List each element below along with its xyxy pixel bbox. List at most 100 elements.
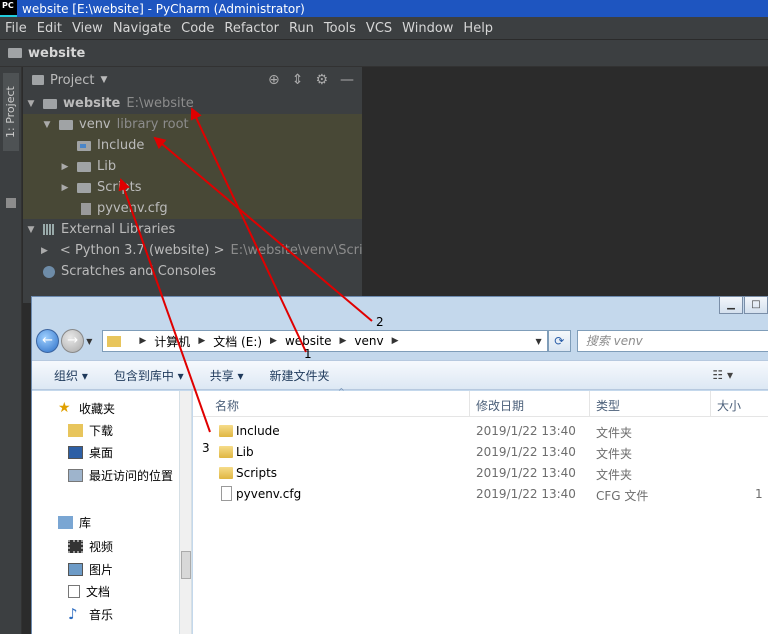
folder-icon xyxy=(43,98,57,109)
folder-icon xyxy=(77,161,91,172)
tree-item-scripts[interactable]: ▶ Scripts xyxy=(23,177,362,198)
menu-tools[interactable]: Tools xyxy=(324,21,356,36)
gear-icon[interactable]: ⚙ xyxy=(315,72,328,88)
file-date: 2019/1/22 13:40 xyxy=(476,424,576,438)
nav-label: 库 xyxy=(79,515,92,530)
folder-icon xyxy=(219,425,233,437)
address-dropdown-icon[interactable]: ▼ xyxy=(536,337,542,346)
breadcrumb-item-website[interactable]: website xyxy=(28,46,85,61)
include-in-library-button[interactable]: 包含到库中 ▾ xyxy=(114,367,184,384)
expand-arrow-icon[interactable]: ▼ xyxy=(41,120,53,130)
nav-desktop[interactable]: 桌面 xyxy=(32,441,180,463)
chevron-right-icon[interactable]: ▶ xyxy=(270,336,277,346)
expand-arrow-icon[interactable]: ▼ xyxy=(25,99,37,109)
refresh-button[interactable]: ⟳ xyxy=(547,330,571,352)
tool-window-strip: 1: Project xyxy=(0,67,22,634)
menu-navigate[interactable]: Navigate xyxy=(113,21,171,36)
downloads-icon xyxy=(68,423,83,437)
menu-window[interactable]: Window xyxy=(402,21,453,36)
file-row-lib[interactable]: Lib 2019/1/22 13:40 文件夹 xyxy=(193,442,768,463)
address-bar[interactable]: ▶ 计算机 ▶ 文档 (E:) ▶ website ▶ venv ▶ ▼ xyxy=(102,330,548,352)
new-folder-button[interactable]: 新建文件夹 xyxy=(270,367,330,384)
nav-label: 最近访问的位置 xyxy=(89,468,174,483)
collapse-icon[interactable]: ⇕ xyxy=(292,72,304,88)
forward-button[interactable]: → xyxy=(61,329,85,353)
search-input[interactable]: 搜索 venv xyxy=(576,330,768,352)
minimize-icon[interactable]: — xyxy=(340,72,354,88)
menu-edit[interactable]: Edit xyxy=(37,21,62,36)
column-size[interactable]: 大小 xyxy=(717,397,741,414)
expand-arrow-icon[interactable]: ▼ xyxy=(25,225,37,235)
tree-item-website[interactable]: ▼ website E:\website xyxy=(23,93,362,114)
expand-arrow-icon[interactable]: ▶ xyxy=(59,162,71,172)
menu-refactor[interactable]: Refactor xyxy=(224,21,279,36)
nav-recent-places[interactable]: 最近访问的位置 xyxy=(32,464,180,486)
menu-view[interactable]: View xyxy=(72,21,103,36)
menu-vcs[interactable]: VCS xyxy=(366,21,392,36)
expand-arrow-icon[interactable]: ▶ xyxy=(59,183,71,193)
chevron-right-icon[interactable]: ▶ xyxy=(339,336,346,346)
chevron-right-icon[interactable]: ▶ xyxy=(139,336,146,346)
column-divider[interactable] xyxy=(469,391,470,417)
address-segment[interactable]: 文档 (E:) xyxy=(213,333,262,350)
file-name: pyvenv.cfg xyxy=(236,487,302,501)
tree-item-label: External Libraries xyxy=(61,222,176,237)
project-tool-tab[interactable]: 1: Project xyxy=(3,73,19,151)
nav-downloads[interactable]: 下载 xyxy=(32,419,180,441)
address-segment[interactable]: venv xyxy=(354,334,383,348)
organize-button[interactable]: 组织 ▾ xyxy=(54,367,88,384)
minimize-window-icon[interactable]: ▁ xyxy=(719,296,743,314)
address-segment[interactable]: 计算机 xyxy=(154,333,190,350)
column-date[interactable]: 修改日期 xyxy=(476,397,524,414)
column-name[interactable]: 名称 xyxy=(215,397,239,414)
column-divider[interactable] xyxy=(710,391,711,417)
scrollbar-thumb[interactable] xyxy=(181,551,191,579)
share-button[interactable]: 共享 ▾ xyxy=(210,367,244,384)
maximize-window-icon[interactable]: □ xyxy=(744,296,768,314)
nav-favorites[interactable]: ★ 收藏夹 xyxy=(32,397,180,419)
menu-file[interactable]: File xyxy=(5,21,27,36)
expand-arrow-icon[interactable]: ▶ xyxy=(41,246,48,256)
window-title: website [E:\website] - PyCharm (Administ… xyxy=(22,1,305,16)
file-icon xyxy=(81,202,91,215)
tree-item-python-sdk[interactable]: ▶ < Python 3.7 (website) > E:\website\ve… xyxy=(23,240,383,261)
folder-icon xyxy=(77,140,91,151)
tree-item-label: Scratches and Consoles xyxy=(61,264,217,279)
chevron-right-icon[interactable]: ▶ xyxy=(392,336,399,346)
nav-videos[interactable]: 视频 xyxy=(32,535,180,557)
menu-code[interactable]: Code xyxy=(181,21,214,36)
tree-item-pyvenv-cfg[interactable]: pyvenv.cfg xyxy=(23,198,362,219)
structure-tool-icon[interactable] xyxy=(6,198,16,208)
file-row-pyvenv-cfg[interactable]: pyvenv.cfg 2019/1/22 13:40 CFG 文件 1 xyxy=(193,484,768,505)
navigation-scrollbar[interactable] xyxy=(180,391,192,634)
tree-item-venv[interactable]: ▼ venv library root xyxy=(23,114,362,135)
nav-libraries[interactable]: 库 xyxy=(32,511,180,533)
chevron-right-icon[interactable]: ▶ xyxy=(198,336,205,346)
history-dropdown-icon[interactable]: ▼ xyxy=(86,337,92,346)
nav-music[interactable]: ♪ 音乐 xyxy=(32,603,180,625)
tree-item-scratches[interactable]: Scratches and Consoles xyxy=(23,261,362,282)
back-button[interactable]: ← xyxy=(36,329,60,353)
pictures-icon xyxy=(68,562,83,576)
tree-item-lib[interactable]: ▶ Lib xyxy=(23,156,362,177)
menu-run[interactable]: Run xyxy=(289,21,314,36)
column-type[interactable]: 类型 xyxy=(596,397,620,414)
tree-item-hint: library root xyxy=(116,117,189,132)
tree-item-label: pyvenv.cfg xyxy=(97,201,168,216)
project-panel-header: Project ▼ ⊕ ⇕ ⚙ — xyxy=(23,67,362,93)
chevron-down-icon[interactable]: ▼ xyxy=(100,75,107,85)
nav-documents[interactable]: 文档 xyxy=(32,580,180,602)
view-options-icon[interactable]: ☷ ▾ xyxy=(712,368,733,382)
tree-item-label: Scripts xyxy=(97,180,142,195)
project-view-selector[interactable]: Project xyxy=(50,73,94,88)
file-row-scripts[interactable]: Scripts 2019/1/22 13:40 文件夹 xyxy=(193,463,768,484)
nav-pictures[interactable]: 图片 xyxy=(32,558,180,580)
address-segment[interactable]: website xyxy=(285,334,332,348)
column-divider[interactable] xyxy=(589,391,590,417)
file-type: 文件夹 xyxy=(596,426,633,440)
tree-item-external-libraries[interactable]: ▼ External Libraries xyxy=(23,219,362,240)
file-row-include[interactable]: Include 2019/1/22 13:40 文件夹 xyxy=(193,421,768,442)
target-icon[interactable]: ⊕ xyxy=(268,72,280,88)
menu-help[interactable]: Help xyxy=(463,21,493,36)
tree-item-include[interactable]: Include xyxy=(23,135,362,156)
